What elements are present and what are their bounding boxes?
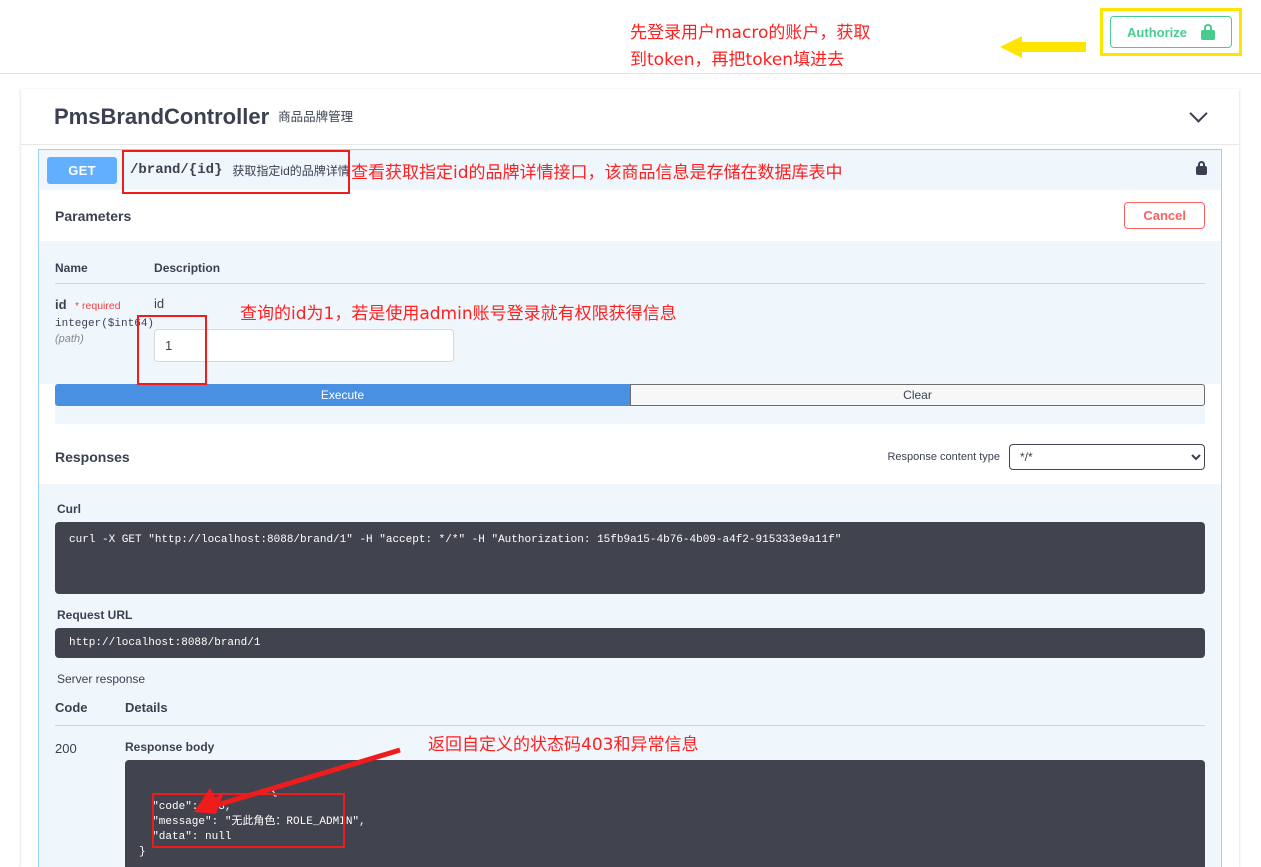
status-badge: 200 — [55, 741, 77, 756]
cancel-button[interactable]: Cancel — [1124, 202, 1205, 229]
operation-path: /brand/{id} — [130, 162, 223, 178]
chevron-down-icon[interactable] — [1189, 104, 1208, 123]
request-url-label: Request URL — [57, 608, 133, 622]
parameters-table-header: Name Description — [55, 241, 1205, 284]
parameters-header: Parameters Cancel — [39, 190, 1221, 241]
parameter-location: (path) — [55, 333, 84, 345]
column-header-details: Details — [125, 694, 1205, 726]
column-header-description: Description — [154, 241, 1205, 284]
operation-header[interactable]: GET /brand/{id} 获取指定id的品牌详情 查看获取指定id的品牌详… — [39, 150, 1221, 190]
parameters-title: Parameters — [55, 207, 132, 224]
http-method-badge: GET — [47, 156, 117, 184]
response-code-cell: 200 — [55, 726, 125, 867]
response-content-type-group: Response content type */* — [887, 444, 1205, 470]
response-codes-header: Code Details — [55, 694, 1205, 726]
curl-label: Curl — [57, 502, 81, 516]
red-arrow-icon — [194, 747, 401, 814]
operation-summary: 获取指定id的品牌详情 — [232, 163, 350, 178]
action-button-row: Execute Clear — [55, 384, 1205, 424]
top-bar: 先登录用户macro的账户，获取 到token，再把token填进去 Autho… — [0, 0, 1261, 74]
response-content-type-select[interactable]: */* — [1009, 444, 1205, 470]
controller-header[interactable]: PmsBrandController 商品品牌管理 — [21, 89, 1239, 145]
lock-icon — [1201, 24, 1215, 40]
request-url: http://localhost:8088/brand/1 — [55, 628, 1205, 658]
execute-button[interactable]: Execute — [55, 384, 630, 406]
parameter-meta-cell: id * required integer($int64) (path) — [55, 284, 154, 363]
parameter-type: integer($int64) — [55, 318, 155, 330]
responses-header: Responses Response content type */* — [39, 424, 1221, 484]
controller-subtitle: 商品品牌管理 — [278, 110, 354, 124]
annotation-authorize-hint: 先登录用户macro的账户，获取 到token，再把token填进去 — [630, 23, 871, 70]
annotation-parameter-hint: 查询的id为1，若是使用admin账号登录就有权限获得信息 — [240, 304, 677, 324]
yellow-arrow-icon — [1000, 36, 1086, 58]
parameter-required-label: * required — [75, 300, 121, 312]
lock-icon-secured[interactable] — [1196, 161, 1207, 175]
annotation-response-hint: 返回自定义的状态码403和异常信息 — [428, 735, 699, 755]
column-header-name: Name — [55, 241, 155, 284]
authorize-button[interactable]: Authorize — [1110, 16, 1232, 48]
page-title: PmsBrandController — [54, 103, 270, 129]
server-response-label: Server response — [57, 672, 146, 686]
responses-title: Responses — [55, 449, 130, 465]
column-header-code: Code — [55, 694, 125, 726]
response-content-type-label: Response content type — [887, 451, 1000, 463]
curl-command: curl -X GET "http://localhost:8088/brand… — [55, 522, 1205, 594]
parameter-name: id — [55, 297, 67, 312]
authorize-highlight-box: Authorize — [1100, 8, 1242, 56]
parameter-id-input[interactable] — [154, 329, 455, 362]
clear-button[interactable]: Clear — [630, 384, 1205, 406]
annotation-operation: 查看获取指定id的品牌详情接口，该商品信息是存储在数据库表中 — [351, 163, 843, 183]
authorize-label: Authorize — [1127, 24, 1187, 40]
